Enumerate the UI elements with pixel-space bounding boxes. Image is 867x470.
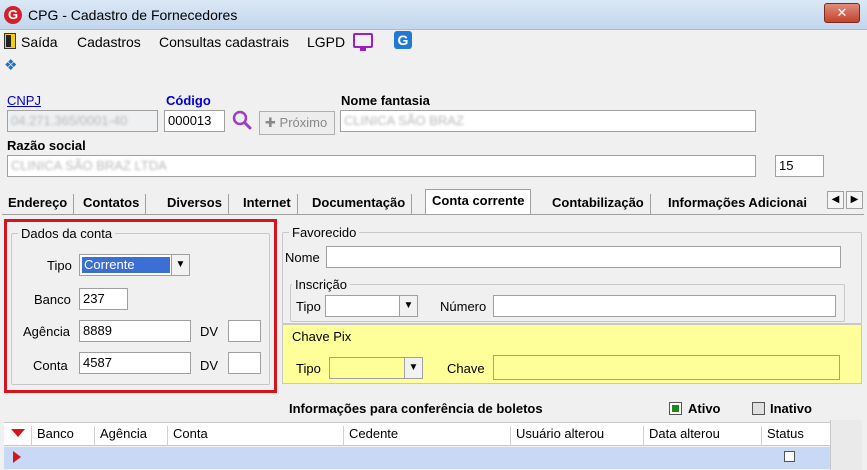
grid-scrollbar[interactable]	[830, 420, 862, 470]
sort-down-icon[interactable]	[11, 429, 25, 437]
tab-contabilizacao[interactable]: Contabilização	[546, 194, 651, 214]
proximo-button[interactable]: ✚ Próximo	[259, 111, 335, 135]
inscricao-tipo-select[interactable]: ▼	[325, 295, 418, 317]
conta-field[interactable]: 4587	[79, 352, 191, 374]
agencia-label: Agência	[23, 324, 70, 339]
col-data-alterou[interactable]: Data alterou	[643, 426, 720, 446]
tipo-label: Tipo	[47, 258, 72, 273]
inativo-checkbox[interactable]	[752, 402, 765, 415]
tab-scroll-right-icon[interactable]: ▶	[846, 191, 863, 209]
col-agencia[interactable]: Agência	[94, 426, 147, 446]
pix-tipo-label: Tipo	[296, 361, 321, 376]
tab-internet[interactable]: Internet	[237, 194, 298, 214]
codigo-label: Código	[166, 93, 211, 108]
col-usuario-alterou[interactable]: Usuário alterou	[510, 426, 604, 446]
col-cedente[interactable]: Cedente	[343, 426, 398, 446]
tab-scroll-left-icon[interactable]: ◀	[827, 191, 844, 209]
favorecido-nome-field[interactable]	[326, 246, 841, 268]
conta-dv-field[interactable]	[228, 352, 261, 374]
chevron-down-icon[interactable]: ▼	[404, 358, 422, 378]
pix-chave-label: Chave	[447, 361, 485, 376]
conta-dv-label: DV	[200, 358, 219, 373]
app-logo-icon: G	[4, 6, 22, 24]
g-app-icon[interactable]: G	[394, 31, 412, 49]
col-status[interactable]: Status	[761, 426, 804, 446]
tab-diversos[interactable]: Diversos	[161, 194, 229, 214]
razao-social-field[interactable]: CLINICA SÃO BRAZ LTDA	[7, 155, 756, 177]
pix-tipo-select[interactable]: ▼	[329, 357, 423, 379]
tab-endereco[interactable]: Endereço	[2, 194, 75, 214]
agencia-dv-label: DV	[200, 324, 219, 339]
ativo-label: Ativo	[688, 401, 721, 416]
pix-chave-field[interactable]	[493, 355, 840, 380]
conta-label: Conta	[33, 358, 68, 373]
agencia-dv-field[interactable]	[228, 320, 261, 342]
agencia-field[interactable]: 8889	[79, 320, 191, 342]
chevron-down-icon[interactable]: ▼	[399, 296, 417, 316]
inscricao-tipo-label: Tipo	[296, 299, 321, 314]
close-button[interactable]: ✕	[824, 3, 860, 23]
diamond-tool-icon[interactable]: ❖	[4, 58, 20, 74]
banco-field[interactable]: 237	[79, 288, 128, 310]
col-conta[interactable]: Conta	[167, 426, 208, 446]
inscricao-numero-label: Número	[440, 299, 487, 314]
cnpj-label[interactable]: CNPJ	[7, 93, 41, 108]
search-icon[interactable]	[231, 109, 253, 131]
dados-conta-title: Dados da conta	[18, 226, 116, 241]
tab-informacoes-adicionais[interactable]: Informações Adicionai	[662, 194, 824, 214]
favorecido-title: Favorecido	[289, 225, 360, 240]
window-title: CPG - Cadastro de Fornecedores	[28, 7, 238, 23]
tab-contatos[interactable]: Contatos	[77, 194, 147, 214]
chave-pix-title: Chave Pix	[289, 329, 355, 344]
plus-icon: ✚	[265, 115, 276, 130]
banco-label: Banco	[34, 292, 71, 307]
status-checkbox[interactable]	[784, 451, 795, 462]
chevron-down-icon[interactable]: ▼	[171, 255, 189, 275]
ativo-checkbox[interactable]	[669, 402, 682, 415]
tab-documentacao[interactable]: Documentação	[306, 194, 413, 214]
menu-saida[interactable]: Saída	[21, 34, 58, 50]
col-banco[interactable]: Banco	[31, 426, 74, 446]
exit-door-icon[interactable]	[4, 33, 16, 49]
codigo-field[interactable]: 000013	[164, 110, 225, 132]
monitor-icon[interactable]	[353, 33, 373, 51]
boletos-title: Informações para conferência de boletos	[289, 401, 543, 416]
nome-fantasia-label: Nome fantasia	[341, 93, 430, 108]
extra-field[interactable]: 15	[775, 155, 824, 177]
favorecido-nome-label: Nome	[285, 250, 320, 265]
inativo-label: Inativo	[770, 401, 812, 416]
tab-conta-corrente[interactable]: Conta corrente	[425, 189, 532, 215]
inscricao-title: Inscrição	[292, 277, 351, 292]
menu-cadastros[interactable]: Cadastros	[77, 34, 141, 50]
row-indicator-icon	[13, 451, 21, 463]
menu-consultas-cadastrais[interactable]: Consultas cadastrais	[159, 34, 289, 50]
table-row[interactable]	[4, 447, 830, 469]
razao-social-label: Razão social	[7, 138, 86, 153]
tipo-select[interactable]: Corrente ▼	[79, 254, 190, 276]
cnpj-field[interactable]: 04.271.365/0001-40	[7, 110, 158, 132]
menu-lgpd[interactable]: LGPD	[307, 34, 345, 50]
nome-fantasia-field[interactable]: CLINICA SÃO BRAZ	[340, 110, 756, 132]
inscricao-numero-field[interactable]	[493, 295, 836, 317]
